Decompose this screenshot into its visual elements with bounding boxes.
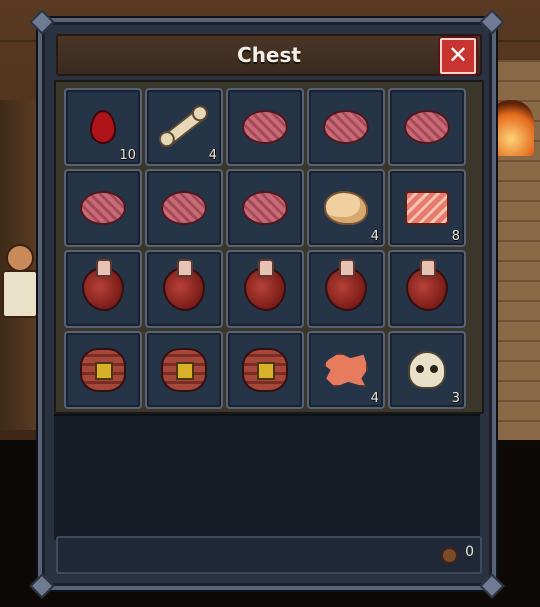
inventory-slot[interactable]: 10 xyxy=(64,88,142,166)
item-quantity: 4 xyxy=(208,148,217,163)
heart-icon xyxy=(406,259,448,311)
inventory-grid: 10 4 4 8 4 3 xyxy=(54,80,484,414)
inventory-slot[interactable] xyxy=(64,250,142,328)
inventory-slot[interactable] xyxy=(145,169,223,247)
inventory-slot[interactable] xyxy=(226,88,304,166)
inventory-slot[interactable] xyxy=(226,169,304,247)
heart-icon xyxy=(325,259,367,311)
window-title: Chest xyxy=(237,43,301,67)
inventory-slot[interactable] xyxy=(226,250,304,328)
inventory-slot[interactable] xyxy=(145,250,223,328)
heart-icon xyxy=(163,259,205,311)
chest-window: Chest ✕ 10 4 4 8 4 3 0 xyxy=(29,9,505,599)
intestines-icon xyxy=(242,348,288,392)
inventory-slot[interactable] xyxy=(388,88,466,166)
title-bar: Chest xyxy=(56,34,482,76)
inventory-slot[interactable] xyxy=(64,169,142,247)
inventory-slot[interactable] xyxy=(64,331,142,409)
meat-icon xyxy=(405,191,449,225)
heart-icon xyxy=(244,259,286,311)
skull-icon xyxy=(408,351,446,389)
inventory-slot[interactable]: 8 xyxy=(388,169,466,247)
inventory-slot[interactable]: 4 xyxy=(307,169,385,247)
intestines-icon xyxy=(80,348,126,392)
empty-panel xyxy=(54,414,480,540)
inventory-slot[interactable] xyxy=(388,250,466,328)
inventory-slot[interactable]: 4 xyxy=(145,88,223,166)
item-quantity: 10 xyxy=(119,148,136,163)
brain-icon xyxy=(242,110,288,144)
villager-character xyxy=(0,240,38,320)
coin-count: 0 xyxy=(465,544,474,560)
skin-icon xyxy=(324,353,368,387)
heart-icon xyxy=(82,259,124,311)
brain-icon xyxy=(80,191,126,225)
brain-icon xyxy=(323,110,369,144)
inventory-slot[interactable] xyxy=(226,331,304,409)
brain-icon xyxy=(161,191,207,225)
inventory-slot[interactable] xyxy=(307,88,385,166)
item-quantity: 4 xyxy=(370,391,379,406)
fat-icon xyxy=(324,191,368,225)
inventory-slot[interactable] xyxy=(307,250,385,328)
item-quantity: 4 xyxy=(370,229,379,244)
close-button[interactable]: ✕ xyxy=(440,38,476,74)
inventory-slot[interactable] xyxy=(145,331,223,409)
inventory-slot[interactable]: 4 xyxy=(307,331,385,409)
footer-bar: 0 xyxy=(56,536,482,574)
intestines-icon xyxy=(161,348,207,392)
brain-icon xyxy=(242,191,288,225)
bone-icon xyxy=(160,106,208,148)
blood-icon xyxy=(90,110,116,144)
item-quantity: 8 xyxy=(451,229,460,244)
coin-icon xyxy=(441,547,458,564)
inventory-slot[interactable]: 3 xyxy=(388,331,466,409)
brain-icon xyxy=(404,110,450,144)
item-quantity: 3 xyxy=(451,391,460,406)
